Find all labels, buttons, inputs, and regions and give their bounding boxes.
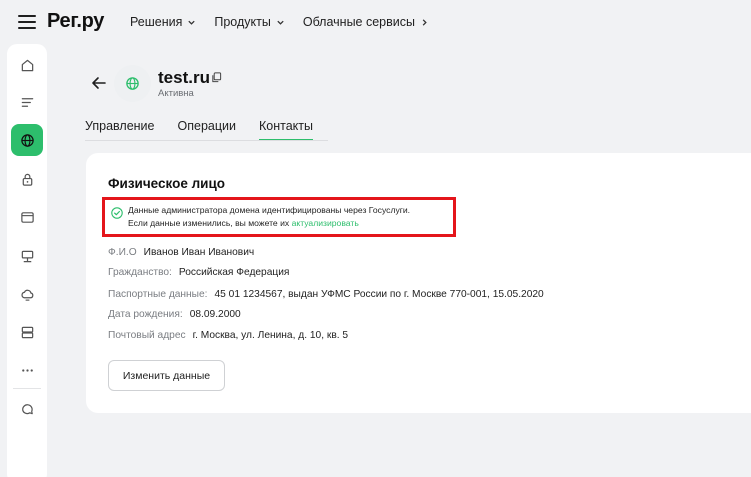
tabs-divider [85, 140, 328, 141]
tab-operations[interactable]: Операции [178, 119, 236, 141]
server-icon [21, 250, 33, 262]
nav-label: Решения [130, 15, 183, 29]
logo[interactable]: Рег.ру [47, 10, 104, 33]
cloud-icon [20, 289, 33, 301]
tabs: Управление Операции Контакты [85, 119, 336, 141]
sidebar-item-servers[interactable] [11, 240, 43, 272]
sidebar-item-list[interactable] [11, 86, 43, 118]
field-value: Российская Федерация [178, 267, 290, 278]
globe-icon [126, 77, 139, 90]
more-icon [21, 368, 33, 372]
browser-window-icon [20, 211, 34, 223]
sidebar-item-security[interactable] [11, 163, 43, 195]
sidebar-item-cloud[interactable] [11, 278, 43, 310]
domain-status: Активна [158, 88, 194, 99]
notice-line-2: Если данные изменились, вы можете их акт… [128, 218, 359, 228]
lock-icon [22, 173, 32, 186]
field-value: г. Москва, ул. Ленина, д. 10, кв. 5 [192, 330, 349, 341]
nav-products[interactable]: Продукты [214, 15, 284, 29]
notice-line-1: Данные администратора домена идентифицир… [128, 205, 411, 215]
card-title: Физическое лицо [108, 176, 226, 191]
copy-icon[interactable] [211, 72, 222, 83]
field-label: Почтовый адрес [108, 330, 186, 341]
nav-label: Продукты [214, 15, 271, 29]
field-birth-date: Дата рождения: 08.09.2000 [108, 309, 241, 320]
domain-name: test.ru [158, 68, 210, 87]
field-value: Иванов Иван Иванович [143, 247, 255, 258]
gosuslugi-notice: Данные администратора домена идентифицир… [102, 197, 456, 237]
top-bar: Рег.ру Решения Продукты Облачные сервисы [0, 0, 751, 44]
domain-avatar [114, 65, 151, 102]
check-circle-icon [111, 207, 123, 219]
field-value: 45 01 1234567, выдан УФМС России по г. М… [214, 289, 544, 300]
sidebar [7, 44, 47, 477]
field-label: Ф.И.О [108, 247, 137, 258]
field-value: 08.09.2000 [189, 309, 241, 320]
sidebar-item-support[interactable] [11, 392, 43, 424]
edit-data-button[interactable]: Изменить данные [108, 360, 225, 391]
field-label: Паспортные данные: [108, 289, 208, 300]
nav-cloud-services[interactable]: Облачные сервисы [303, 15, 429, 29]
home-icon [21, 59, 33, 71]
contact-card: Физическое лицо Данные администратора до… [86, 153, 751, 413]
sidebar-item-domains[interactable] [11, 124, 43, 156]
field-label: Дата рождения: [108, 309, 183, 320]
back-arrow-icon[interactable] [90, 74, 108, 92]
sidebar-item-more[interactable] [11, 354, 43, 386]
update-data-link[interactable]: актуализировать [292, 218, 359, 228]
support-icon [21, 403, 33, 414]
sidebar-item-home[interactable] [11, 49, 43, 81]
field-postal-address: Почтовый адрес г. Москва, ул. Ленина, д. … [108, 330, 348, 341]
tab-management[interactable]: Управление [85, 119, 155, 141]
field-citizenship: Гражданство: Российская Федерация [108, 267, 289, 278]
database-icon [21, 326, 33, 338]
sidebar-item-hosting[interactable] [11, 201, 43, 233]
nav-solutions[interactable]: Решения [130, 15, 196, 29]
field-label: Гражданство: [108, 267, 172, 278]
sidebar-item-storage[interactable] [11, 316, 43, 348]
tab-contacts[interactable]: Контакты [258, 119, 313, 141]
list-icon [21, 97, 33, 107]
globe-icon [20, 133, 34, 147]
notice-line-2-text: Если данные изменились, вы можете их [128, 218, 292, 228]
chevron-down-icon [188, 20, 196, 25]
chevron-down-icon [277, 20, 284, 25]
menu-icon[interactable] [18, 15, 36, 29]
field-passport: Паспортные данные: 45 01 1234567, выдан У… [108, 289, 544, 300]
nav-label: Облачные сервисы [302, 15, 415, 29]
chevron-right-icon [422, 18, 427, 26]
top-nav: Решения Продукты Облачные сервисы [130, 15, 447, 29]
sidebar-divider [13, 388, 41, 389]
field-full-name: Ф.И.О Иванов Иван Иванович [108, 247, 254, 258]
